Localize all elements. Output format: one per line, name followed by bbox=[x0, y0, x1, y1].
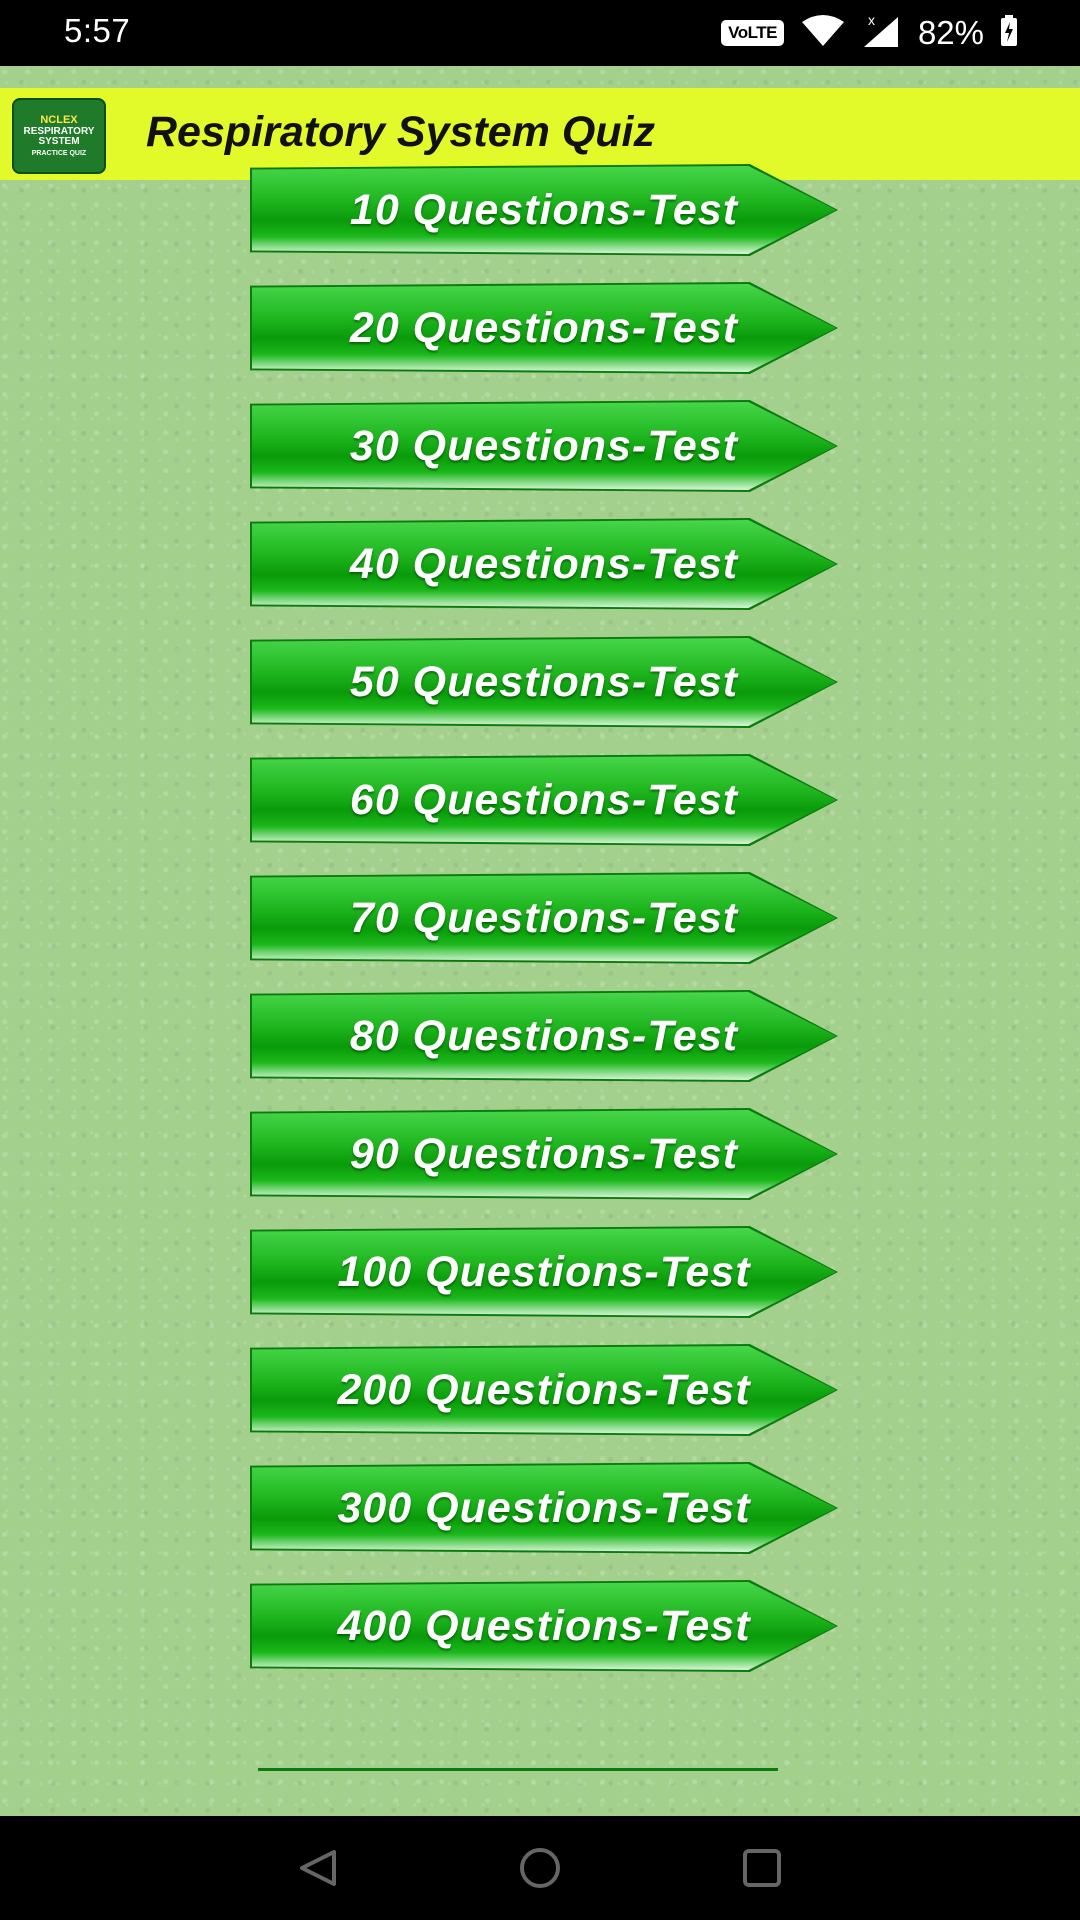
test-20-label: 20 Questions-Test bbox=[349, 303, 739, 352]
svg-text:x: x bbox=[868, 13, 875, 28]
battery-charging-icon bbox=[1000, 14, 1018, 52]
test-200-button[interactable]: 200 Questions-Test bbox=[250, 1344, 838, 1436]
test-30-label: 30 Questions-Test bbox=[349, 421, 739, 470]
test-300-label: 300 Questions-Test bbox=[337, 1483, 751, 1532]
status-time: 5:57 bbox=[64, 12, 131, 49]
app-logo: NCLEX RESPIRATORY SYSTEM PRACTICE QUIZ bbox=[12, 98, 106, 174]
signal-icon: x bbox=[862, 12, 902, 54]
test-60-button[interactable]: 60 Questions-Test bbox=[250, 754, 838, 846]
test-100-label: 100 Questions-Test bbox=[337, 1247, 751, 1296]
logo-line-3: SYSTEM bbox=[38, 136, 80, 148]
status-bar: 5:57 VoLTE x 82% bbox=[0, 0, 1080, 66]
navigation-bar bbox=[0, 1816, 1080, 1920]
test-70-label: 70 Questions-Test bbox=[349, 893, 739, 942]
test-80-button[interactable]: 80 Questions-Test bbox=[250, 990, 838, 1082]
test-90-label: 90 Questions-Test bbox=[349, 1129, 739, 1178]
test-40-button[interactable]: 40 Questions-Test bbox=[250, 518, 838, 610]
test-button-list: 10 Questions-Test 20 Questions-Test 30 Q… bbox=[250, 164, 838, 1700]
back-icon[interactable] bbox=[296, 1846, 340, 1895]
test-400-label: 400 Questions-Test bbox=[337, 1601, 751, 1650]
test-200-label: 200 Questions-Test bbox=[337, 1365, 751, 1414]
volte-badge: VoLTE bbox=[721, 20, 784, 46]
status-icons: VoLTE x 82% bbox=[721, 12, 1018, 54]
wifi-icon bbox=[800, 14, 846, 53]
test-100-button[interactable]: 100 Questions-Test bbox=[250, 1226, 838, 1318]
page-title: Respiratory System Quiz bbox=[146, 108, 656, 156]
logo-line-1: NCLEX bbox=[40, 114, 78, 127]
test-300-button[interactable]: 300 Questions-Test bbox=[250, 1462, 838, 1554]
test-90-button[interactable]: 90 Questions-Test bbox=[250, 1108, 838, 1200]
partial-next-button[interactable] bbox=[258, 1768, 778, 1771]
recents-icon[interactable] bbox=[740, 1846, 784, 1895]
test-30-button[interactable]: 30 Questions-Test bbox=[250, 400, 838, 492]
home-icon[interactable] bbox=[518, 1846, 562, 1895]
test-70-button[interactable]: 70 Questions-Test bbox=[250, 872, 838, 964]
test-400-button[interactable]: 400 Questions-Test bbox=[250, 1580, 838, 1672]
test-10-label: 10 Questions-Test bbox=[349, 185, 739, 234]
test-80-label: 80 Questions-Test bbox=[349, 1011, 739, 1060]
battery-percent: 82% bbox=[917, 14, 984, 51]
test-20-button[interactable]: 20 Questions-Test bbox=[250, 282, 838, 374]
test-50-button[interactable]: 50 Questions-Test bbox=[250, 636, 838, 728]
test-60-label: 60 Questions-Test bbox=[349, 775, 739, 824]
test-10-button[interactable]: 10 Questions-Test bbox=[250, 164, 838, 256]
test-50-label: 50 Questions-Test bbox=[349, 657, 739, 706]
test-40-label: 40 Questions-Test bbox=[349, 539, 739, 588]
logo-line-4: PRACTICE QUIZ bbox=[31, 149, 87, 157]
